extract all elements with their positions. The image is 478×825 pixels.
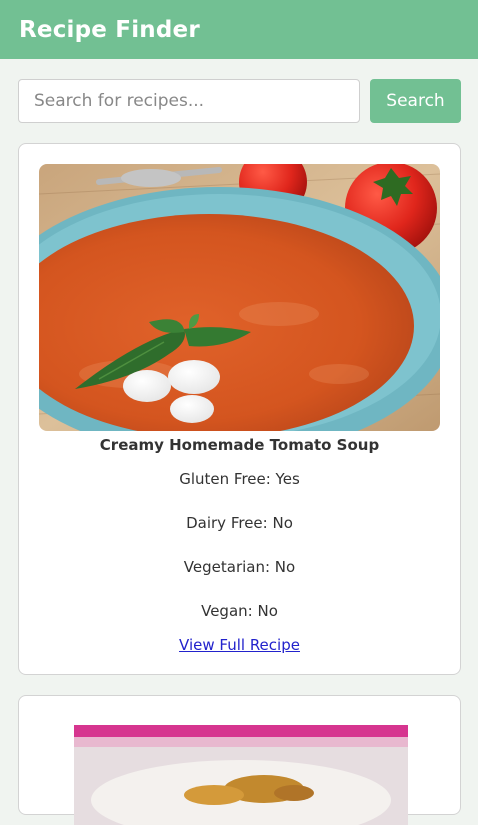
search-input[interactable] (18, 79, 360, 123)
search-button[interactable]: Search (370, 79, 461, 123)
view-full-recipe-link[interactable]: View Full Recipe (179, 636, 300, 654)
recipe-card (18, 695, 461, 825)
search-bar: Search (18, 79, 461, 123)
recipe-title: Creamy Homemade Tomato Soup (99, 436, 380, 454)
app-header: Recipe Finder (0, 0, 478, 59)
app-title: Recipe Finder (19, 16, 200, 43)
recipe-image (39, 164, 440, 431)
recipe-card: Creamy Homemade Tomato Soup Gluten Free:… (18, 143, 461, 675)
gluten-free-label: Gluten Free: Yes (179, 470, 300, 488)
recipe-image (74, 725, 408, 825)
recipe-link-container: View Full Recipe (19, 636, 460, 654)
vegetarian-label: Vegetarian: No (183, 558, 296, 576)
dairy-free-label: Dairy Free: No (186, 514, 293, 532)
vegan-label: Vegan: No (201, 602, 278, 620)
